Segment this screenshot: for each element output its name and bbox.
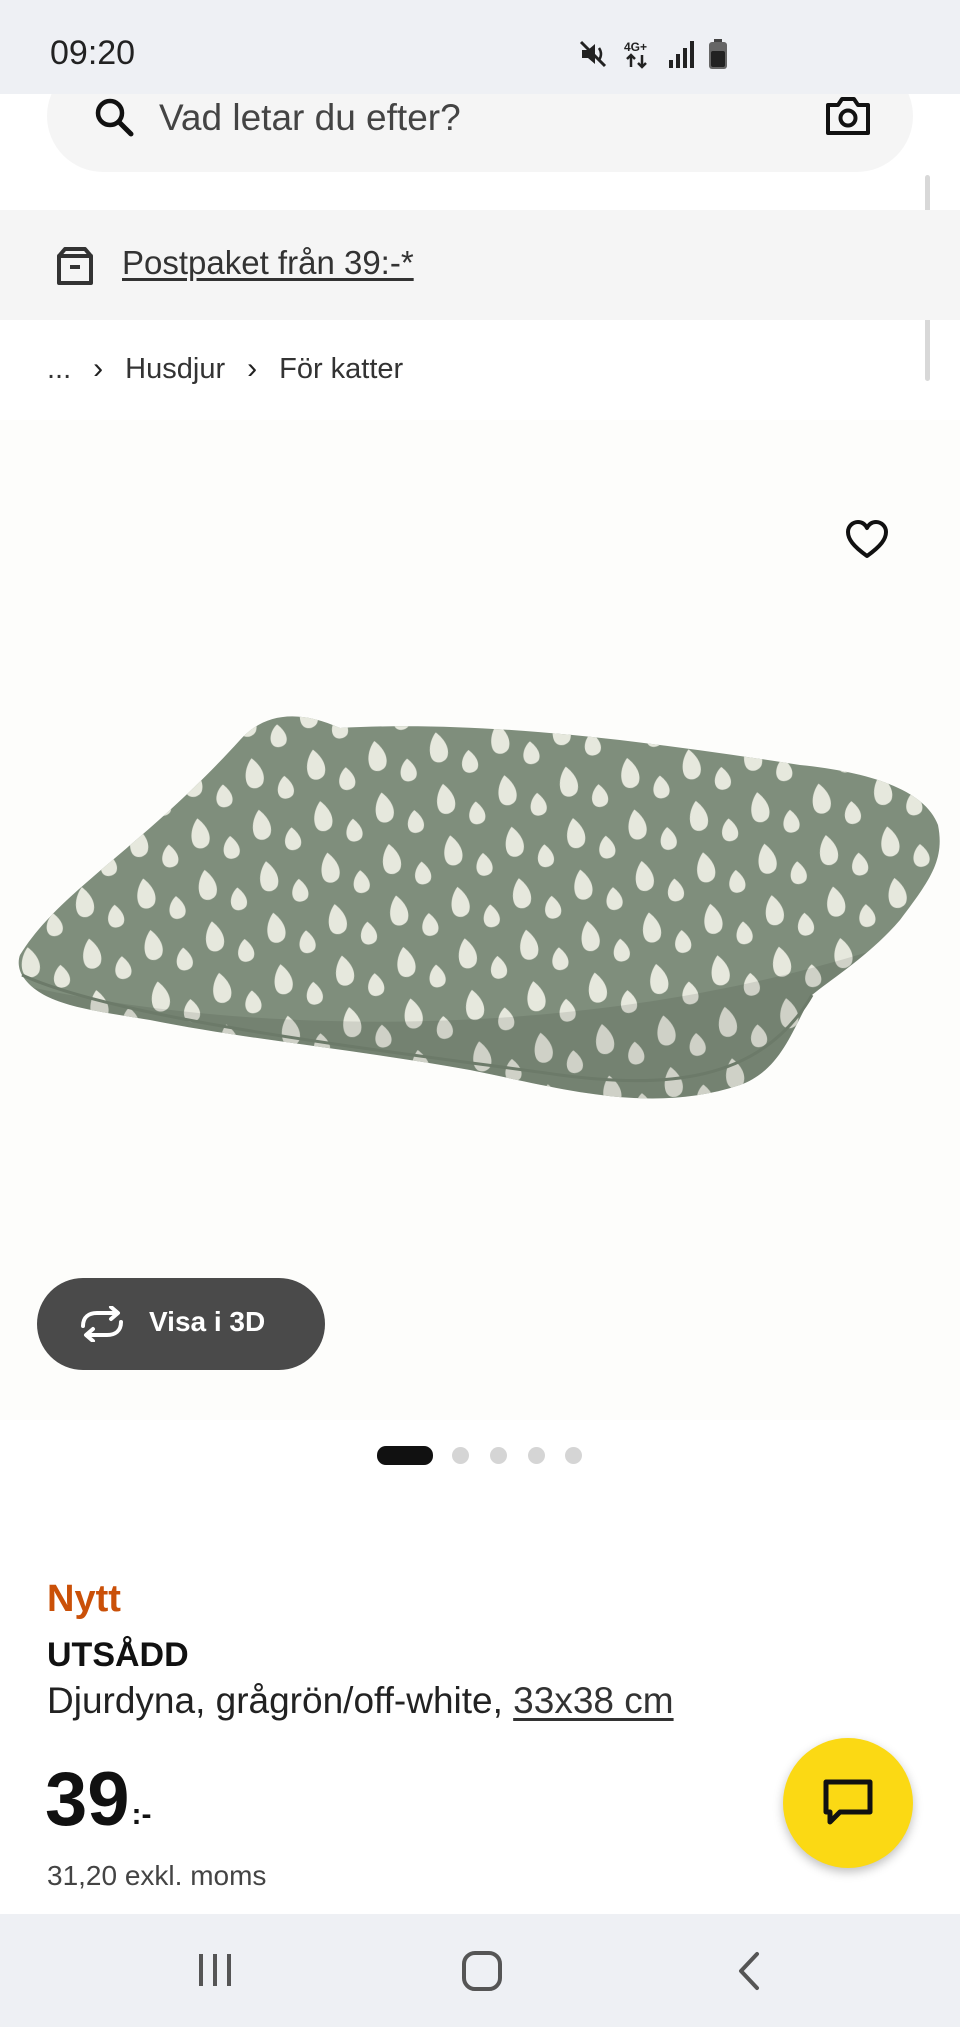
cushion-illustration bbox=[18, 716, 940, 1099]
parcel-icon bbox=[55, 246, 95, 291]
breadcrumb-item-more[interactable]: ... bbox=[47, 353, 71, 386]
product-description: Djurdyna, grågrön/off-white, 33x38 cm bbox=[47, 1680, 674, 1722]
rotate-icon bbox=[77, 1305, 127, 1347]
product-name: UTSÅDD bbox=[47, 1636, 189, 1674]
camera-icon[interactable] bbox=[825, 96, 871, 141]
product-price: 39 :- bbox=[45, 1762, 152, 1838]
recent-apps-icon[interactable] bbox=[195, 1950, 235, 1995]
shipping-link[interactable]: Postpaket från 39:-* bbox=[122, 244, 414, 282]
network-label: 4G+ bbox=[624, 40, 647, 54]
back-icon[interactable] bbox=[733, 1950, 765, 1997]
price-excl-vat: 31,20 exkl. moms bbox=[47, 1860, 267, 1891]
signal-icon bbox=[668, 40, 694, 68]
search-icon[interactable] bbox=[93, 96, 135, 143]
price-suffix: :- bbox=[131, 1798, 152, 1831]
heart-icon[interactable] bbox=[845, 520, 889, 565]
view-3d-button[interactable]: Visa i 3D bbox=[37, 1278, 325, 1370]
chat-icon bbox=[823, 1779, 873, 1825]
carousel-indicator bbox=[0, 1445, 960, 1465]
product-size-link[interactable]: 33x38 cm bbox=[513, 1680, 673, 1721]
carousel-dot[interactable] bbox=[490, 1447, 507, 1464]
chevron-right-icon: › bbox=[93, 352, 104, 385]
chevron-right-icon: › bbox=[247, 352, 258, 385]
chat-button[interactable] bbox=[783, 1738, 913, 1868]
home-icon[interactable] bbox=[461, 1950, 503, 1997]
new-badge: Nytt bbox=[47, 1578, 121, 1620]
promo-banner[interactable]: Postpaket från 39:-* bbox=[0, 210, 960, 320]
4g-icon: 4G+ bbox=[622, 38, 654, 70]
mute-icon bbox=[578, 39, 608, 69]
product-image[interactable] bbox=[0, 420, 960, 1420]
product-description-text: Djurdyna, grågrön/off-white, bbox=[47, 1680, 503, 1721]
battery-icon bbox=[708, 39, 728, 69]
breadcrumb: ... › Husdjur › För katter bbox=[47, 352, 403, 386]
status-time: 09:20 bbox=[50, 34, 136, 72]
carousel-dot[interactable] bbox=[528, 1447, 545, 1464]
breadcrumb-item-for-katter[interactable]: För katter bbox=[279, 353, 403, 386]
status-bar: 09:20 4G+ bbox=[0, 0, 960, 94]
carousel-dot[interactable] bbox=[565, 1447, 582, 1464]
carousel-dot-active[interactable] bbox=[377, 1446, 433, 1465]
search-input[interactable]: Vad letar du efter? bbox=[159, 97, 461, 139]
view-3d-label: Visa i 3D bbox=[149, 1306, 266, 1337]
status-icons: 4G+ bbox=[578, 38, 728, 70]
carousel-dot[interactable] bbox=[452, 1447, 469, 1464]
breadcrumb-item-husdjur[interactable]: Husdjur bbox=[125, 353, 225, 386]
price-integer: 39 bbox=[45, 1757, 130, 1842]
system-nav-bar bbox=[0, 1914, 960, 2027]
